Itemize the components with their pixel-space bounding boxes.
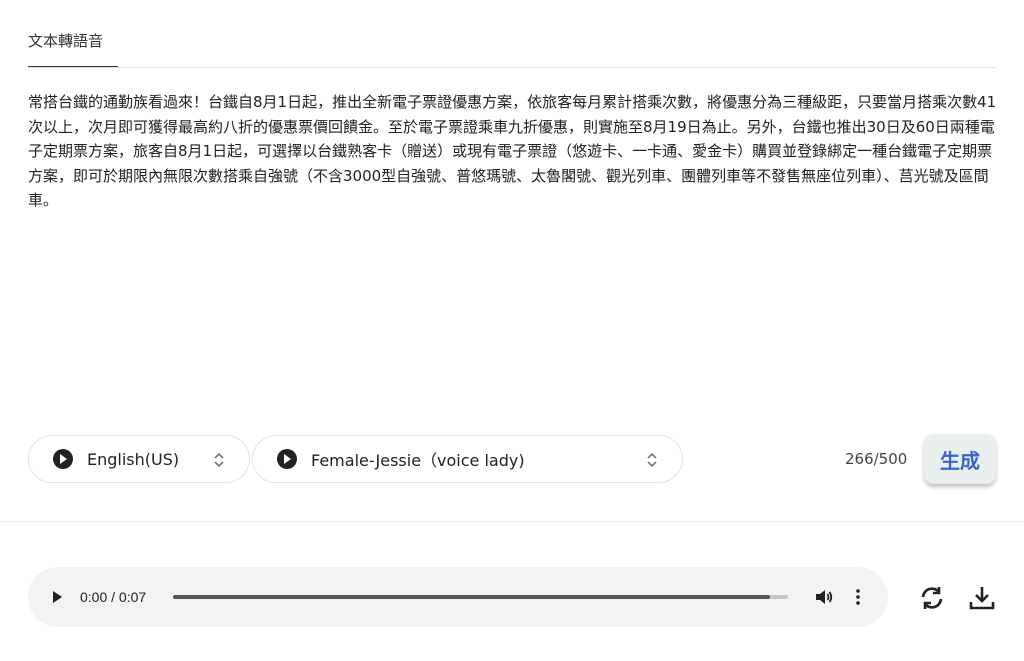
audio-buffer-fill bbox=[173, 595, 770, 599]
voice-value: Female-Jessie（voice lady) bbox=[311, 451, 525, 470]
audio-seek-bar[interactable] bbox=[173, 595, 788, 599]
tab-text-to-speech[interactable]: 文本轉語音 bbox=[28, 30, 103, 63]
refresh-icon[interactable] bbox=[918, 584, 946, 612]
tab-bar: 文本轉語音 bbox=[0, 0, 1024, 68]
chevron-updown-icon bbox=[647, 452, 657, 468]
generate-button[interactable]: 生成 bbox=[924, 434, 996, 484]
play-circle-icon[interactable] bbox=[53, 449, 73, 469]
play-icon[interactable] bbox=[50, 588, 64, 606]
chevron-updown-icon bbox=[214, 452, 224, 468]
play-circle-icon[interactable] bbox=[277, 449, 297, 469]
download-icon[interactable] bbox=[968, 584, 996, 612]
voice-select[interactable]: Female-Jessie（voice lady) bbox=[252, 435, 683, 483]
text-input[interactable]: 常搭台鐵的通勤族看過來！台鐵自8月1日起，推出全新電子票證優惠方案，依旅客每月累… bbox=[28, 90, 1003, 420]
audio-time: 0:00 / 0:07 bbox=[80, 589, 147, 605]
language-value: English(US) bbox=[87, 449, 180, 469]
volume-icon[interactable] bbox=[814, 587, 834, 607]
divider bbox=[0, 521, 1024, 522]
more-vert-icon[interactable] bbox=[854, 587, 862, 607]
language-select[interactable]: English(US) bbox=[28, 435, 250, 483]
audio-player: 0:00 / 0:07 bbox=[28, 567, 888, 627]
char-counter: 266/500 bbox=[845, 450, 908, 468]
tab-divider bbox=[28, 67, 996, 68]
